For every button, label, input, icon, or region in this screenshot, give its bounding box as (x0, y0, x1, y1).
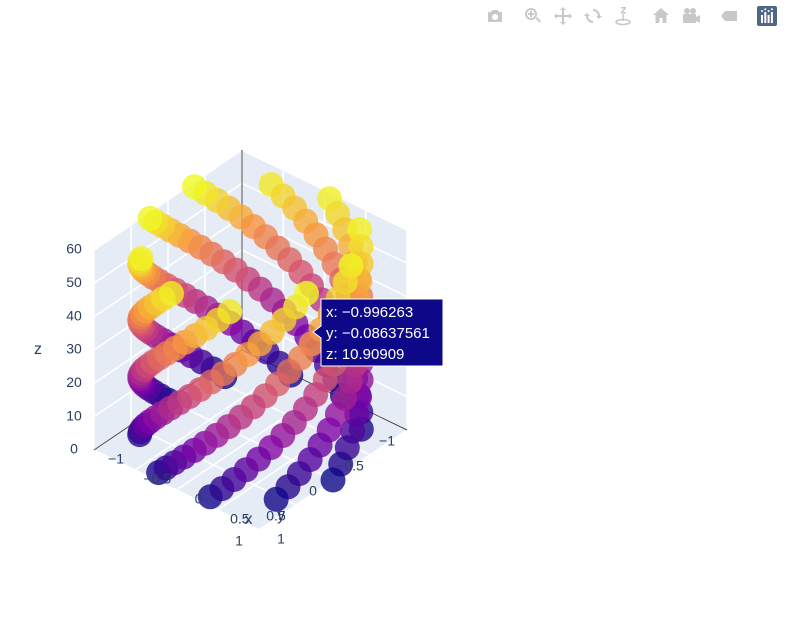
hover-y-value: y: −0.08637561 (326, 325, 430, 342)
scatter-marker (217, 299, 243, 325)
scatter-marker (240, 394, 266, 420)
y-axis-title: y (277, 507, 285, 524)
scatter-marker (182, 174, 207, 200)
z-tick-label: 60 (66, 241, 82, 257)
scatter-marker (247, 331, 273, 357)
z-tick-label: 20 (66, 374, 82, 390)
scatter-marker (159, 281, 184, 306)
z-tick-label: 30 (66, 341, 82, 357)
scatter-marker (137, 205, 163, 231)
hover-x-value: x: −0.996263 (326, 304, 413, 321)
z-tick-label: 0 (70, 441, 78, 457)
x-tick-label: −0.5 (143, 471, 171, 487)
z-tick-label: 50 (66, 274, 82, 290)
x-tick-label: −1 (108, 451, 124, 467)
z-tick-label: 40 (66, 307, 82, 323)
y-tick-label: −1 (379, 433, 395, 449)
y-tick-label: 1 (235, 533, 243, 549)
y-tick-label: 0 (309, 483, 317, 499)
3d-scene[interactable]: −1−0.500.51−1−0.500.510102030405060x yz x… (0, 0, 788, 619)
scatter-marker (128, 246, 154, 271)
z-tick-label: 10 (66, 407, 82, 423)
x-axis-title: x (245, 511, 253, 528)
y-tick-label: −0.5 (336, 458, 364, 474)
x-tick-label: 1 (277, 531, 285, 547)
z-axis-title: z (34, 341, 42, 358)
hover-z-value: z: 10.90909 (326, 346, 404, 363)
scatter-marker (246, 446, 271, 472)
hover-label: x: −0.996263 y: −0.08637561 z: 10.90909 (312, 298, 444, 367)
x-tick-label: 0 (195, 491, 203, 507)
